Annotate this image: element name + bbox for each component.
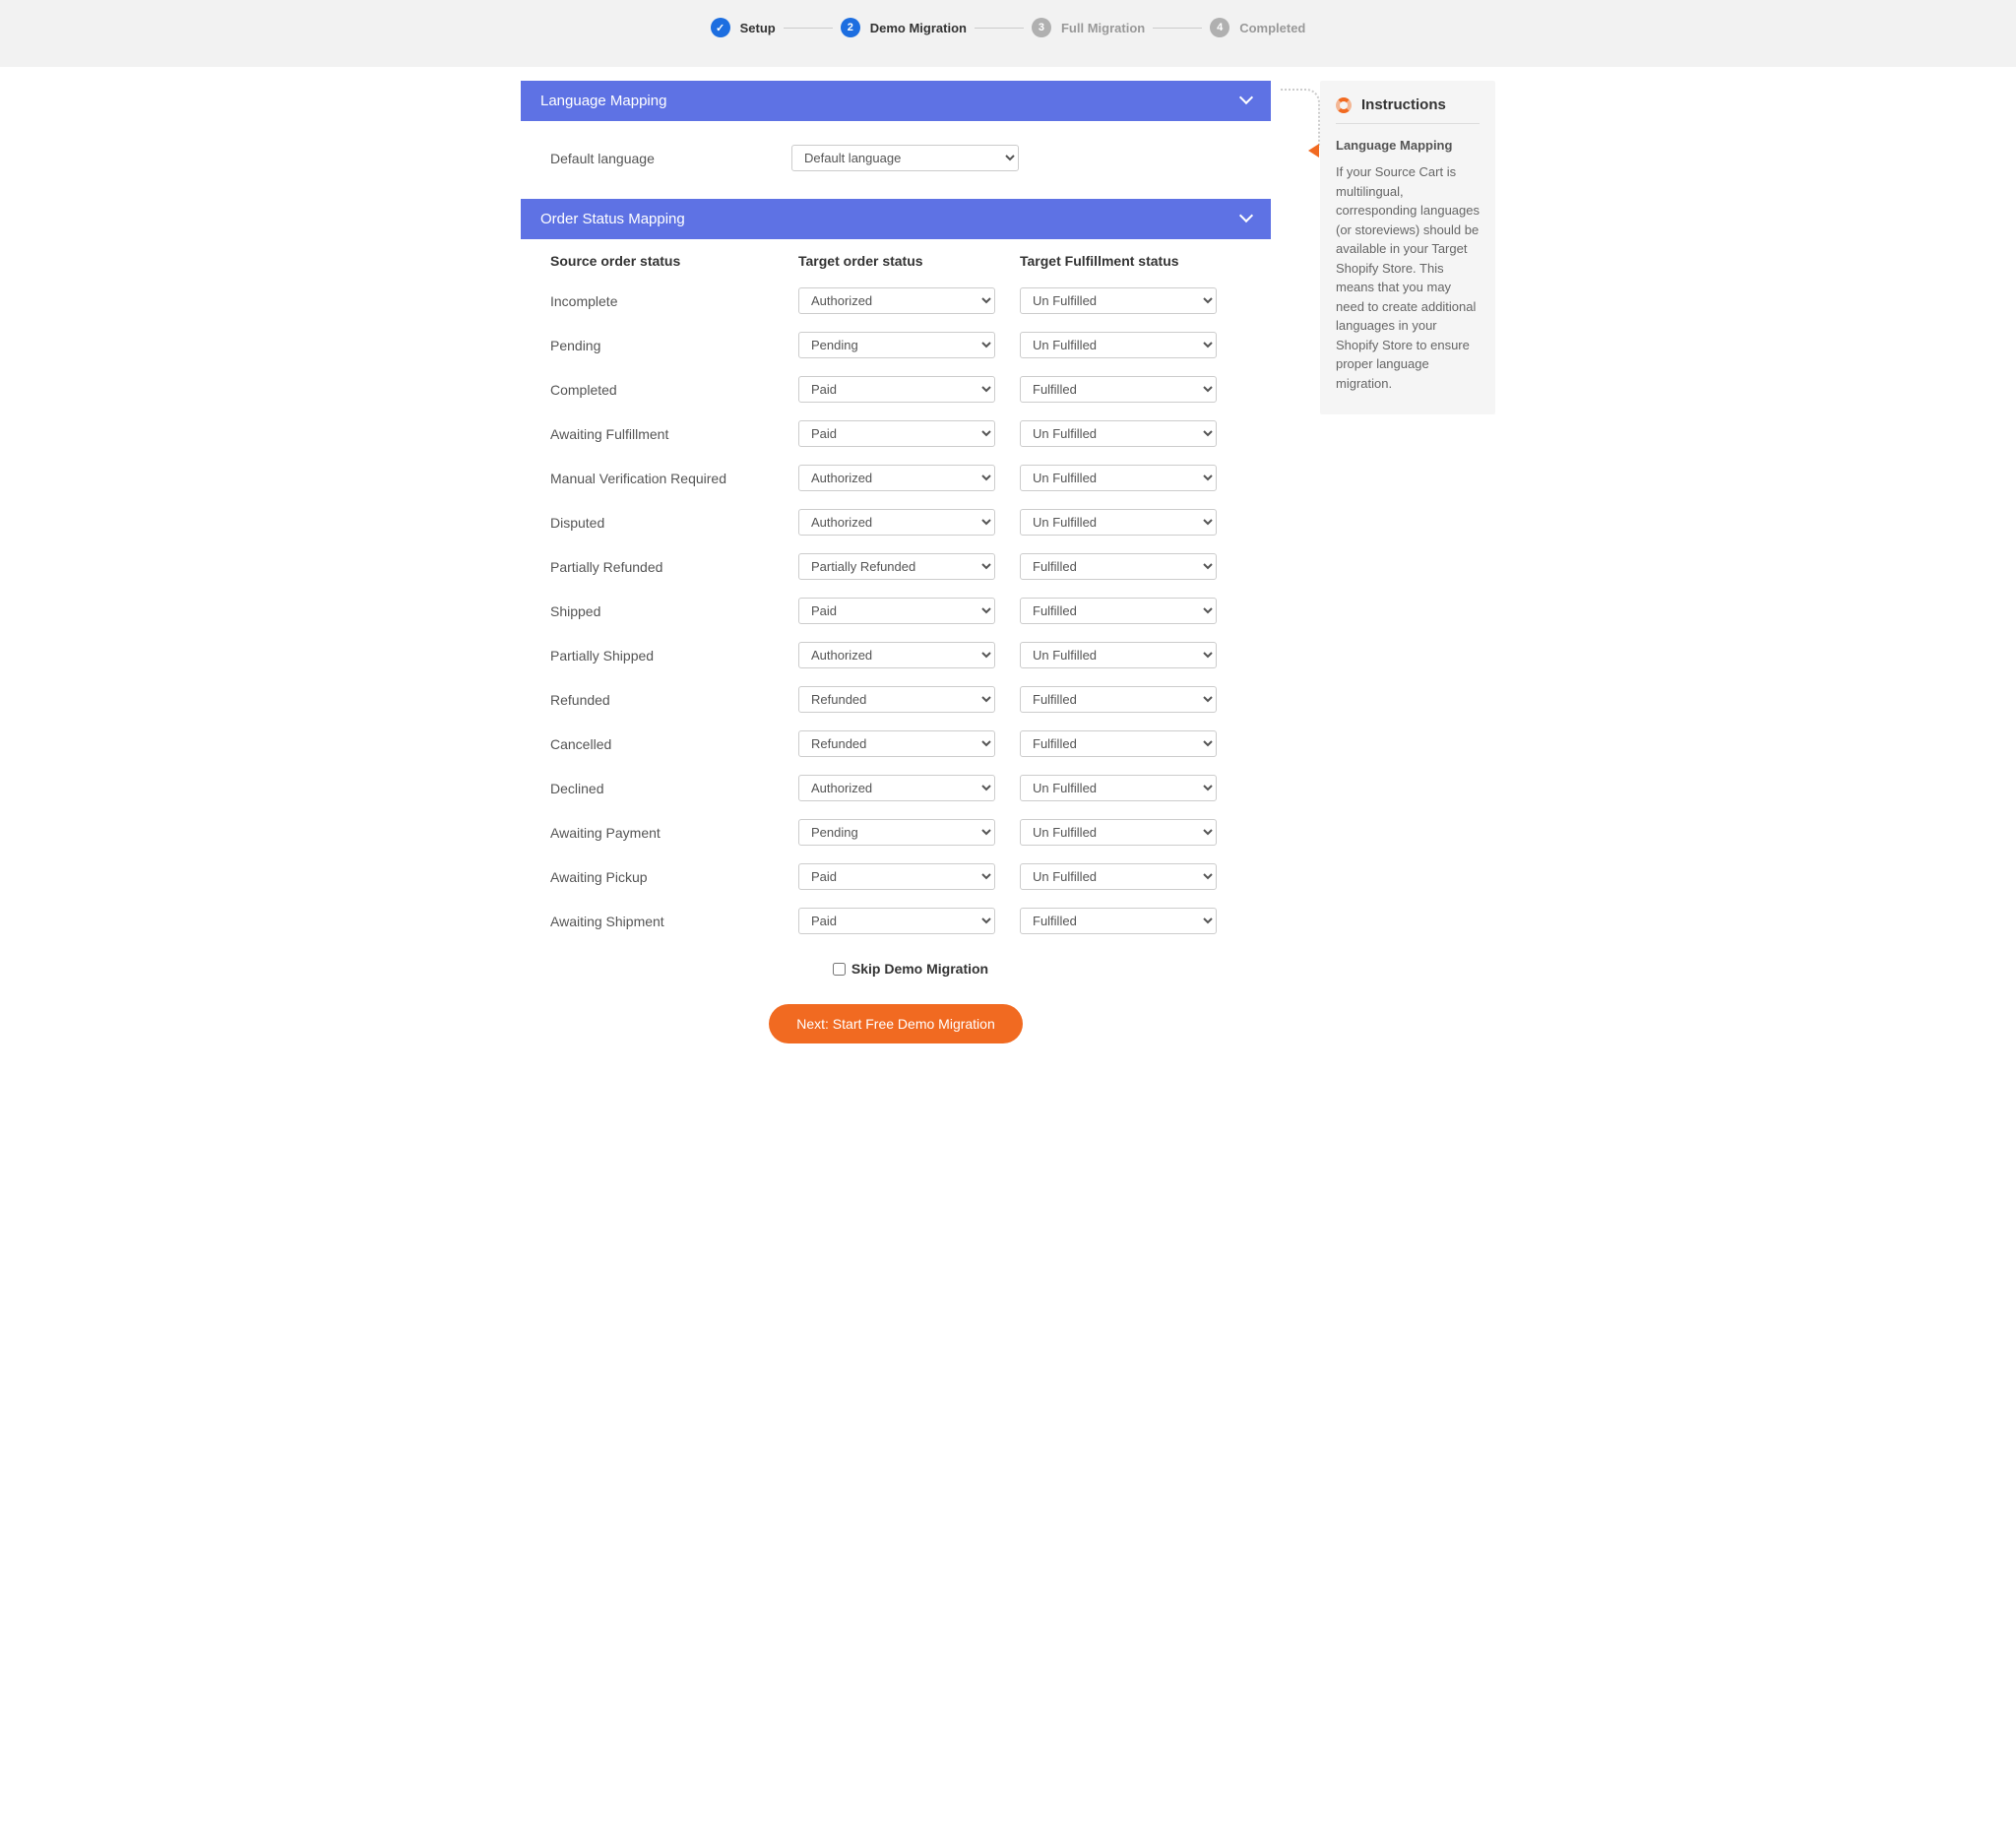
- step-full-migration[interactable]: 3 Full Migration: [1032, 18, 1145, 37]
- target-order-status-select[interactable]: Paid: [798, 376, 995, 403]
- target-fulfillment-status-select[interactable]: Un Fulfilled: [1020, 287, 1217, 314]
- target-fulfillment-status-select[interactable]: Un Fulfilled: [1020, 863, 1217, 890]
- target-order-status-select[interactable]: Paid: [798, 908, 995, 934]
- status-row: DisputedAuthorized Un Fulfilled: [521, 500, 1271, 544]
- step-connector: [784, 28, 833, 29]
- source-status-label: Pending: [550, 338, 798, 353]
- target-fulfillment-status-select[interactable]: Un Fulfilled: [1020, 465, 1217, 491]
- status-row: Awaiting PaymentPending Un Fulfilled: [521, 810, 1271, 854]
- target-order-status-select[interactable]: Pending: [798, 819, 995, 846]
- step-number-icon: 2: [841, 18, 860, 37]
- step-demo-migration[interactable]: 2 Demo Migration: [841, 18, 967, 37]
- stepper-bar: Setup 2 Demo Migration 3 Full Migration …: [0, 0, 2016, 67]
- target-order-status-select[interactable]: Refunded: [798, 730, 995, 757]
- guide-connector: [1281, 89, 1320, 148]
- order-status-headers: Source order status Target order status …: [521, 239, 1271, 279]
- order-status-mapping-panel-header[interactable]: Order Status Mapping: [521, 199, 1271, 239]
- source-status-label: Incomplete: [550, 293, 798, 309]
- step-label: Setup: [740, 21, 776, 35]
- target-fulfillment-status-select[interactable]: Un Fulfilled: [1020, 819, 1217, 846]
- status-row: ShippedPaid Fulfilled: [521, 589, 1271, 633]
- instructions-panel: Instructions Language Mapping If your So…: [1320, 81, 1495, 414]
- target-order-status-select[interactable]: Partially Refunded: [798, 553, 995, 580]
- panel-title: Order Status Mapping: [540, 211, 685, 227]
- header-fulfillment: Target Fulfillment status: [1020, 253, 1241, 269]
- status-row: CompletedPaid Fulfilled: [521, 367, 1271, 411]
- target-order-status-select[interactable]: Paid: [798, 863, 995, 890]
- skip-demo-label[interactable]: Skip Demo Migration: [851, 961, 988, 977]
- source-status-label: Awaiting Fulfillment: [550, 426, 798, 442]
- target-fulfillment-status-select[interactable]: Un Fulfilled: [1020, 332, 1217, 358]
- status-row: Partially ShippedAuthorized Un Fulfilled: [521, 633, 1271, 677]
- instructions-body: If your Source Cart is multilingual, cor…: [1336, 162, 1480, 393]
- header-source: Source order status: [550, 253, 798, 269]
- target-fulfillment-status-select[interactable]: Un Fulfilled: [1020, 642, 1217, 668]
- source-status-label: Manual Verification Required: [550, 471, 798, 486]
- header-target: Target order status: [798, 253, 1020, 269]
- source-status-label: Awaiting Shipment: [550, 914, 798, 929]
- target-fulfillment-status-select[interactable]: Fulfilled: [1020, 686, 1217, 713]
- target-order-status-select[interactable]: Authorized: [798, 509, 995, 536]
- target-fulfillment-status-select[interactable]: Fulfilled: [1020, 908, 1217, 934]
- chevron-down-icon: [1241, 93, 1251, 109]
- source-status-label: Awaiting Payment: [550, 825, 798, 841]
- status-row: Awaiting ShipmentPaid Fulfilled: [521, 899, 1271, 943]
- step-connector: [1153, 28, 1202, 29]
- source-status-label: Completed: [550, 382, 798, 398]
- step-number-icon: 4: [1210, 18, 1229, 37]
- step-connector: [975, 28, 1024, 29]
- target-fulfillment-status-select[interactable]: Fulfilled: [1020, 730, 1217, 757]
- source-status-label: Cancelled: [550, 736, 798, 752]
- arrow-right-icon: [1308, 144, 1319, 158]
- status-row: IncompleteAuthorized Un Fulfilled: [521, 279, 1271, 323]
- target-fulfillment-status-select[interactable]: Fulfilled: [1020, 376, 1217, 403]
- status-row: RefundedRefunded Fulfilled: [521, 677, 1271, 722]
- target-fulfillment-status-select[interactable]: Fulfilled: [1020, 553, 1217, 580]
- status-row: Awaiting PickupPaid Un Fulfilled: [521, 854, 1271, 899]
- panel-title: Language Mapping: [540, 93, 666, 109]
- step-label: Full Migration: [1061, 21, 1145, 35]
- status-row: CancelledRefunded Fulfilled: [521, 722, 1271, 766]
- source-status-label: Refunded: [550, 692, 798, 708]
- next-start-demo-button[interactable]: Next: Start Free Demo Migration: [769, 1004, 1023, 1043]
- source-status-label: Awaiting Pickup: [550, 869, 798, 885]
- target-fulfillment-status-select[interactable]: Fulfilled: [1020, 598, 1217, 624]
- instructions-title: Instructions: [1361, 96, 1446, 113]
- instructions-subtitle: Language Mapping: [1336, 138, 1480, 153]
- language-mapping-panel-body: Default language Default language: [521, 121, 1271, 199]
- default-language-select[interactable]: Default language: [791, 145, 1019, 171]
- chevron-down-icon: [1241, 211, 1251, 227]
- status-row: Awaiting FulfillmentPaid Un Fulfilled: [521, 411, 1271, 456]
- source-status-label: Declined: [550, 781, 798, 796]
- target-fulfillment-status-select[interactable]: Un Fulfilled: [1020, 420, 1217, 447]
- step-label: Demo Migration: [870, 21, 967, 35]
- target-order-status-select[interactable]: Refunded: [798, 686, 995, 713]
- step-label: Completed: [1239, 21, 1305, 35]
- language-mapping-panel-header[interactable]: Language Mapping: [521, 81, 1271, 121]
- target-order-status-select[interactable]: Paid: [798, 420, 995, 447]
- status-row: DeclinedAuthorized Un Fulfilled: [521, 766, 1271, 810]
- status-row: Partially RefundedPartially Refunded Fulf…: [521, 544, 1271, 589]
- target-fulfillment-status-select[interactable]: Un Fulfilled: [1020, 775, 1217, 801]
- lifebuoy-icon: [1336, 97, 1352, 113]
- step-number-icon: 3: [1032, 18, 1051, 37]
- target-fulfillment-status-select[interactable]: Un Fulfilled: [1020, 509, 1217, 536]
- default-language-label: Default language: [550, 151, 772, 166]
- target-order-status-select[interactable]: Authorized: [798, 775, 995, 801]
- source-status-label: Shipped: [550, 603, 798, 619]
- target-order-status-select[interactable]: Paid: [798, 598, 995, 624]
- target-order-status-select[interactable]: Authorized: [798, 642, 995, 668]
- skip-demo-checkbox[interactable]: [833, 963, 846, 976]
- target-order-status-select[interactable]: Authorized: [798, 287, 995, 314]
- step-setup[interactable]: Setup: [711, 18, 776, 37]
- target-order-status-select[interactable]: Pending: [798, 332, 995, 358]
- check-icon: [711, 18, 730, 37]
- target-order-status-select[interactable]: Authorized: [798, 465, 995, 491]
- status-row: PendingPending Un Fulfilled: [521, 323, 1271, 367]
- status-row: Manual Verification RequiredAuthorized Un…: [521, 456, 1271, 500]
- source-status-label: Partially Shipped: [550, 648, 798, 664]
- step-completed[interactable]: 4 Completed: [1210, 18, 1305, 37]
- source-status-label: Partially Refunded: [550, 559, 798, 575]
- source-status-label: Disputed: [550, 515, 798, 531]
